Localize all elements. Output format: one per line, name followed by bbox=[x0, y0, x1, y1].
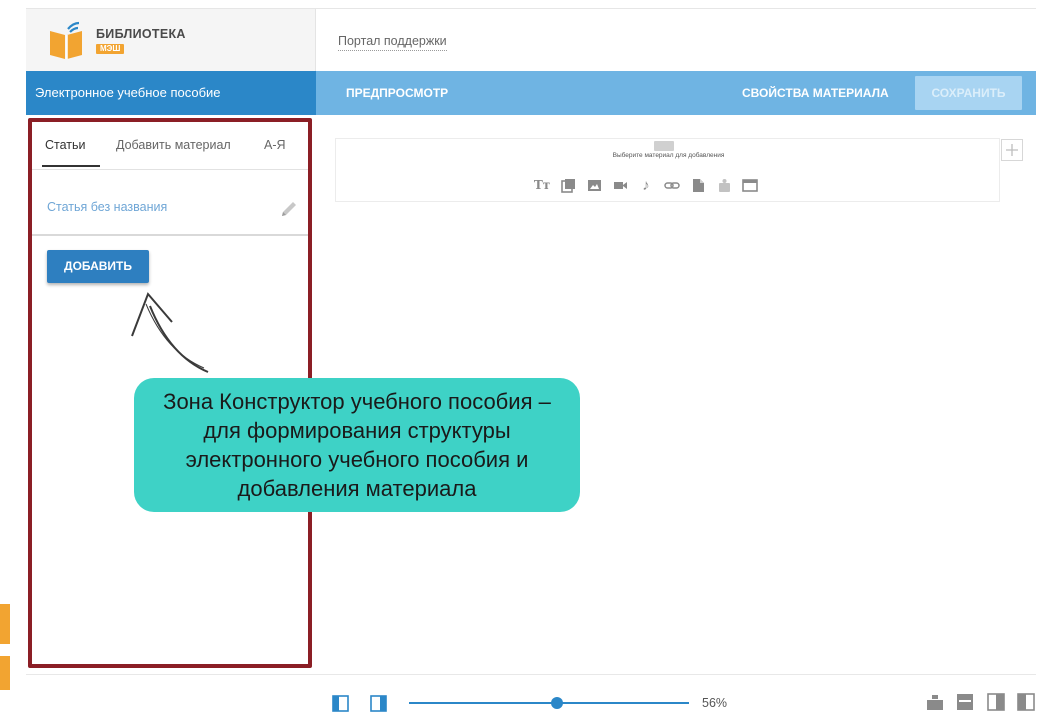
panel-right-icon[interactable] bbox=[370, 695, 387, 712]
music-icon[interactable]: ♪ bbox=[638, 176, 654, 194]
block-handle-icon[interactable] bbox=[654, 141, 674, 151]
material-properties-button[interactable]: СВОЙСТВА МАТЕРИАЛА bbox=[742, 86, 889, 100]
material-hint: Выберите материал для добавления bbox=[612, 152, 725, 159]
window-svg bbox=[742, 178, 758, 192]
puzzle-svg bbox=[718, 178, 730, 192]
add-block-button[interactable] bbox=[1001, 139, 1023, 161]
text-icon[interactable]: Tт bbox=[534, 177, 550, 193]
annotation-text: Зона Конструктор учебного пособия – для … bbox=[163, 389, 551, 501]
material-drop-zone[interactable]: Выберите материал для добавления Tт ♪ bbox=[335, 138, 1000, 202]
book-logo-icon bbox=[50, 21, 82, 59]
logo-badge: МЭШ bbox=[96, 44, 125, 54]
annotation-arrow bbox=[131, 292, 209, 373]
view-top-icon[interactable] bbox=[926, 693, 944, 711]
tab-alphabetical[interactable]: А-Я bbox=[264, 138, 286, 152]
video-svg bbox=[613, 181, 627, 189]
plus-icon bbox=[1006, 144, 1018, 156]
music-glyph: ♪ bbox=[642, 176, 650, 194]
image-svg bbox=[587, 179, 601, 191]
logo-title: БИБЛИОТЕКА bbox=[96, 27, 186, 41]
article-item[interactable]: Статья без названия bbox=[32, 170, 308, 236]
document-svg bbox=[692, 178, 704, 192]
document-icon[interactable] bbox=[690, 177, 706, 193]
support-portal-link[interactable]: Портал поддержки bbox=[338, 34, 447, 51]
bottom-bar: 56% bbox=[26, 674, 1036, 715]
gallery-icon[interactable] bbox=[560, 177, 576, 193]
image-icon[interactable] bbox=[586, 177, 602, 193]
pencil-icon[interactable] bbox=[278, 198, 300, 220]
active-tab-indicator bbox=[42, 165, 100, 167]
window-icon[interactable] bbox=[742, 177, 758, 193]
toolbar-left: Электронное учебное пособие bbox=[26, 71, 316, 115]
view-right-icon[interactable] bbox=[987, 693, 1005, 711]
zoom-slider-knob[interactable] bbox=[551, 697, 564, 709]
edge-marker bbox=[0, 604, 10, 644]
view-left-icon[interactable] bbox=[1017, 693, 1035, 711]
tab-add-material[interactable]: Добавить материал bbox=[116, 138, 231, 152]
logo-area[interactable]: БИБЛИОТЕКА МЭШ bbox=[26, 9, 316, 71]
toolbar-right: ПРЕДПРОСМОТР СВОЙСТВА МАТЕРИАЛА СОХРАНИТ… bbox=[316, 71, 1036, 115]
zoom-slider-track[interactable] bbox=[409, 702, 689, 704]
text-glyph: Tт bbox=[533, 178, 551, 192]
link-svg bbox=[664, 181, 680, 189]
material-title: Электронное учебное пособие bbox=[35, 85, 221, 100]
video-icon[interactable] bbox=[612, 177, 628, 193]
annotation-callout: Зона Конструктор учебного пособия – для … bbox=[134, 378, 580, 512]
gallery-svg bbox=[560, 178, 575, 193]
puzzle-icon[interactable] bbox=[716, 177, 732, 193]
panel-left-icon[interactable] bbox=[332, 695, 349, 712]
link-icon[interactable] bbox=[664, 177, 680, 193]
material-toolbar: Tт ♪ bbox=[534, 175, 758, 195]
save-button[interactable]: СОХРАНИТЬ bbox=[915, 76, 1022, 110]
edge-marker bbox=[0, 656, 10, 690]
view-bottom-icon[interactable] bbox=[956, 693, 974, 711]
article-title[interactable]: Статья без названия bbox=[47, 200, 167, 214]
zoom-value: 56% bbox=[702, 696, 728, 710]
tab-articles[interactable]: Статьи bbox=[45, 138, 86, 152]
panel-tabs: Статьи Добавить материал А-Я bbox=[32, 122, 308, 170]
preview-button[interactable]: ПРЕДПРОСМОТР bbox=[346, 86, 448, 100]
add-article-button[interactable]: ДОБАВИТЬ bbox=[47, 250, 149, 283]
